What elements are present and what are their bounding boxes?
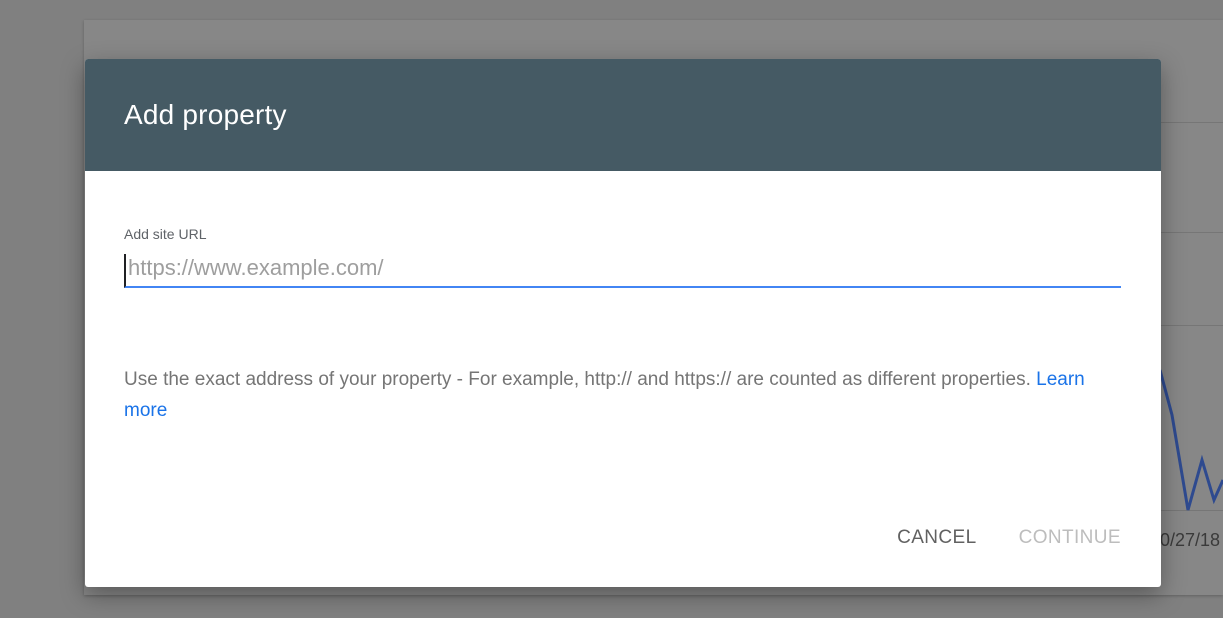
dialog-header: Add property [85, 59, 1161, 171]
help-text: Use the exact address of your property -… [124, 364, 1124, 426]
continue-button[interactable]: CONTINUE [1019, 527, 1121, 549]
cancel-button[interactable]: CANCEL [897, 527, 976, 549]
background-gridline [1161, 122, 1223, 123]
dialog-title: Add property [124, 99, 287, 130]
background-gridline [1161, 325, 1223, 326]
dialog-body: Add site URL Use the exact address of yo… [85, 171, 1161, 426]
background-date-label: 0/27/18 [1160, 530, 1221, 550]
help-text-body: Use the exact address of your property -… [124, 369, 1037, 390]
site-url-label: Add site URL [124, 226, 207, 242]
background-gridline [1161, 232, 1223, 233]
dialog-actions: CANCEL CONTINUE [897, 527, 1121, 549]
add-property-dialog: Add property Add site URL Use the exact … [85, 59, 1161, 587]
page-root: 0/27/18 Add property Add site URL Use th… [0, 0, 1223, 618]
site-url-input[interactable] [124, 254, 1121, 288]
